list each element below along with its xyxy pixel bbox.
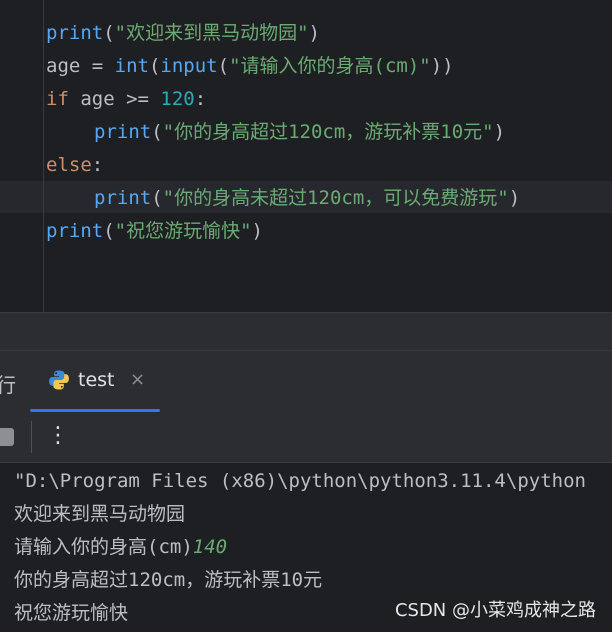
run-toolbar: ⋮ — [0, 412, 612, 463]
close-icon[interactable]: × — [130, 369, 145, 390]
code-editor[interactable]: print("欢迎来到黑马动物园") age = int(input("请输入你… — [0, 0, 612, 312]
code-line-7[interactable]: print("祝您游玩愉快") — [46, 215, 612, 247]
code-token: : — [194, 88, 207, 110]
watermark: CSDN @小菜鸡成神之路 — [394, 600, 596, 621]
code-token: ) — [493, 121, 506, 143]
panel-header-area — [0, 313, 612, 350]
code-token: else — [46, 154, 92, 176]
console-line: 你的身高超过120cm，游玩补票10元 — [14, 569, 323, 591]
more-options-icon[interactable]: ⋮ — [47, 423, 69, 448]
tab-label: test — [78, 369, 115, 391]
code-token: print — [46, 220, 104, 242]
code-token: ( — [217, 55, 230, 77]
code-token: ( — [151, 121, 163, 143]
code-line-4[interactable]: print("你的身高超过120cm，游玩补票10元") — [46, 116, 612, 148]
code-token: : — [91, 154, 104, 176]
code-token: print — [94, 121, 152, 143]
code-token: "你的身高超过120cm，游玩补票10元" — [162, 121, 494, 143]
console-command-line: "D:\Program Files (x86)\python\python3.1… — [14, 470, 586, 492]
code-token: age = — [46, 55, 115, 77]
code-line-1[interactable]: print("欢迎来到黑马动物园") — [46, 17, 612, 49]
code-token: ( — [103, 220, 115, 242]
code-line-6[interactable]: print("你的身高未超过120cm，可以免费游玩") — [46, 182, 612, 214]
code-token: 120 — [160, 88, 195, 110]
code-token: print — [94, 187, 152, 209]
code-line-3[interactable]: if age >= 120: — [46, 83, 612, 115]
stop-icon[interactable] — [0, 428, 14, 446]
code-token: age >= — [68, 88, 161, 110]
code-token: ) — [508, 187, 521, 209]
console-line: 欢迎来到黑马动物园 — [14, 503, 186, 525]
code-token: )) — [430, 55, 454, 77]
console-user-input: 140 — [192, 536, 228, 558]
console-prompt: 请输入你的身高(cm) — [14, 536, 193, 558]
code-token: print — [46, 22, 104, 44]
tab-test[interactable]: test × — [30, 351, 160, 413]
code-token: "祝您游玩愉快" — [114, 220, 252, 242]
code-token: "请输入你的身高(cm)" — [229, 55, 431, 77]
code-token: int — [114, 55, 149, 77]
console-input-line: 请输入你的身高(cm)140 — [14, 531, 227, 564]
code-line-2[interactable]: age = int(input("请输入你的身高(cm)")) — [46, 50, 612, 82]
code-token: ) — [308, 22, 320, 44]
console-line: 祝您游玩愉快 — [14, 602, 129, 624]
code-token: if — [46, 88, 69, 110]
code-token: "欢迎来到黑马动物园" — [114, 22, 309, 44]
python-icon — [48, 369, 70, 391]
code-token: ( — [103, 22, 115, 44]
code-token: ( — [151, 187, 163, 209]
code-line-5[interactable]: else: — [46, 149, 612, 181]
gutter-divider — [43, 0, 44, 312]
tab-run[interactable]: 行 — [0, 369, 16, 398]
toolbar-divider — [31, 421, 32, 453]
code-token: input — [160, 55, 218, 77]
code-token: ( — [148, 55, 161, 77]
code-token: ) — [251, 220, 263, 242]
run-tab-bar: 行 test × — [0, 350, 612, 413]
code-token: "你的身高未超过120cm，可以免费游玩" — [162, 187, 509, 209]
